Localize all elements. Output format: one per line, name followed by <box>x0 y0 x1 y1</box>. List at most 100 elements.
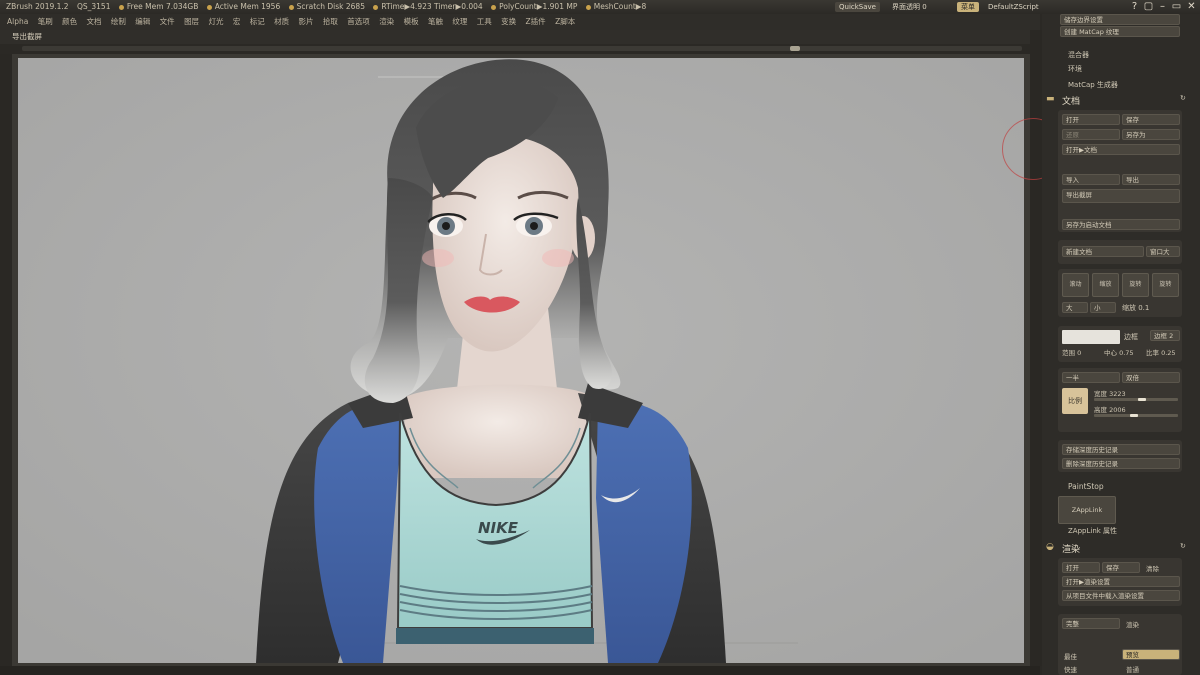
shelf-scroll-thumb[interactable] <box>790 46 800 51</box>
save-startup-doc-button[interactable]: 另存为启动文档 <box>1062 219 1180 230</box>
menu-item[interactable]: 材质 <box>274 14 289 30</box>
half-button[interactable]: 一半 <box>1062 372 1120 383</box>
paintstop-label[interactable]: PaintStop <box>1068 482 1104 491</box>
revert-button[interactable]: 还原 <box>1062 129 1120 140</box>
stat-active-mem: Active Mem 1956 <box>206 0 280 14</box>
preview-mode-button[interactable]: 预览 <box>1122 649 1180 660</box>
menu-item[interactable]: 笔触 <box>428 14 443 30</box>
fast-mode-label[interactable]: 快速 <box>1064 664 1077 674</box>
status-dot-icon <box>118 4 124 10</box>
menu-item[interactable]: 绘制 <box>111 14 126 30</box>
shelf-scrollbar[interactable] <box>22 46 1022 51</box>
save-as-button[interactable]: 另存为 <box>1122 129 1180 140</box>
import-button[interactable]: 导入 <box>1062 174 1120 185</box>
open-to-doc-button[interactable]: 打开▶文档 <box>1062 144 1180 155</box>
minimize-icon[interactable]: – <box>1156 1 1169 13</box>
store-bounds-button[interactable]: 储存边界设置 <box>1060 14 1180 25</box>
store-depth-history-button[interactable]: 存储深度历史记录 <box>1062 444 1180 455</box>
stat-free-mem: Free Mem 7.034GB <box>118 0 198 14</box>
close-icon[interactable]: ✕ <box>1185 1 1198 13</box>
menus-button[interactable]: 菜单 <box>957 2 979 12</box>
load-render-settings-button[interactable]: 从项目文件中载入渲染设置 <box>1062 590 1180 601</box>
rotate-icon[interactable]: 旋转 <box>1122 273 1149 297</box>
canvas-viewport[interactable]: NIKE <box>18 58 1024 663</box>
zapplink-button[interactable]: ZAppLink <box>1058 496 1116 524</box>
help-icon[interactable]: ? <box>1128 1 1141 13</box>
quicksave-button[interactable]: QuickSave <box>835 2 880 12</box>
render-save-button[interactable]: 保存 <box>1102 562 1140 573</box>
refresh-icon[interactable]: ↻ <box>1180 94 1186 102</box>
zoom-slider-label[interactable]: 缩放 0.1 <box>1122 303 1149 313</box>
range-slider[interactable]: 范围 0 <box>1062 347 1081 357</box>
document-palette-title[interactable]: 文档 <box>1062 94 1080 107</box>
export-screenshot-label[interactable]: 导出截屏 <box>12 32 42 41</box>
menu-item[interactable]: 文档 <box>87 14 102 30</box>
export-screenshot-button[interactable]: 导出截屏 <box>1062 189 1180 203</box>
scroll-icon[interactable]: 滚动 <box>1062 273 1089 297</box>
render-clear-button[interactable]: 清除 <box>1146 563 1159 573</box>
status-dot-icon <box>288 4 294 10</box>
menu-item[interactable]: 灯光 <box>208 14 223 30</box>
render-palette-title[interactable]: 渲染 <box>1062 542 1080 555</box>
proportion-toggle[interactable]: 比例 <box>1062 388 1088 414</box>
backdrop-color-swatch[interactable] <box>1062 330 1120 344</box>
delete-depth-history-button[interactable]: 删除深度历史记录 <box>1062 458 1180 469</box>
menu-item[interactable]: 图层 <box>184 14 199 30</box>
menu-item[interactable]: 颜色 <box>62 14 77 30</box>
center-slider[interactable]: 中心 0.75 <box>1104 347 1134 357</box>
normal-mode-label[interactable]: 普通 <box>1126 664 1139 674</box>
menu-bar: Alpha 笔刷 颜色 文档 绘制 编辑 文件 图层 灯光 宏 标记 材质 影片… <box>0 14 1040 30</box>
save-button[interactable]: 保存 <box>1122 114 1180 125</box>
border2-button[interactable]: 边框 2 <box>1150 330 1180 341</box>
maximize-icon[interactable]: ▭ <box>1170 1 1183 13</box>
full-render-button[interactable]: 完整 <box>1062 618 1120 629</box>
width-slider-thumb[interactable] <box>1138 398 1146 401</box>
width-slider[interactable]: 宽度 3223 <box>1094 388 1126 398</box>
menu-item[interactable]: 工具 <box>477 14 492 30</box>
menu-item[interactable]: 渲染 <box>379 14 394 30</box>
menu-item[interactable]: 标记 <box>250 14 265 30</box>
menu-item[interactable]: 文件 <box>160 14 175 30</box>
matcap-maker-label[interactable]: MatCap 生成器 <box>1068 80 1118 90</box>
ui-transparency-slider[interactable]: 界面透明 0 <box>888 2 931 12</box>
render-button[interactable]: 渲染 <box>1126 619 1139 629</box>
window-size-button[interactable]: 窗口大 <box>1146 246 1180 257</box>
teapot-icon: ◒ <box>1046 542 1054 552</box>
menu-item[interactable]: 纹理 <box>452 14 467 30</box>
status-dot-icon <box>585 4 591 10</box>
menu-item[interactable]: 首选项 <box>347 14 370 30</box>
menu-item[interactable]: Z插件 <box>526 14 546 30</box>
menu-item[interactable]: 模板 <box>404 14 419 30</box>
rotate-alt-icon[interactable]: 旋转 <box>1152 273 1179 297</box>
height-slider[interactable]: 高度 2006 <box>1094 404 1126 414</box>
new-document-button[interactable]: 新建文档 <box>1062 246 1144 257</box>
border-label[interactable]: 边框 <box>1124 332 1138 342</box>
menu-item[interactable]: 笔刷 <box>38 14 53 30</box>
menu-item[interactable]: 影片 <box>299 14 314 30</box>
menu-item[interactable]: Z脚本 <box>555 14 575 30</box>
mixer-label[interactable]: 混合器 <box>1068 50 1089 60</box>
export-button[interactable]: 导出 <box>1122 174 1180 185</box>
height-slider-thumb[interactable] <box>1130 414 1138 417</box>
big-button[interactable]: 大 <box>1062 302 1088 313</box>
menu-item[interactable]: 宏 <box>233 14 241 30</box>
small-button[interactable]: 小 <box>1090 302 1116 313</box>
render-open-button[interactable]: 打开 <box>1062 562 1100 573</box>
open-render-settings-button[interactable]: 打开▶渲染设置 <box>1062 576 1180 587</box>
menu-item[interactable]: 编辑 <box>135 14 150 30</box>
width-slider-track[interactable] <box>1094 398 1178 401</box>
double-button[interactable]: 双倍 <box>1122 372 1180 383</box>
create-matcap-button[interactable]: 创建 MatCap 纹理 <box>1060 26 1180 37</box>
best-mode-label[interactable]: 最佳 <box>1064 651 1077 661</box>
default-zscript-button[interactable]: DefaultZScript <box>984 2 1043 12</box>
zoom-icon[interactable]: 缩放 <box>1092 273 1119 297</box>
menu-item[interactable]: Alpha <box>7 14 28 30</box>
zapplink-properties-label[interactable]: ZAppLink 属性 <box>1068 526 1117 536</box>
render-refresh-icon[interactable]: ↻ <box>1180 542 1186 550</box>
layout-icon[interactable]: ▢ <box>1142 1 1155 13</box>
open-button[interactable]: 打开 <box>1062 114 1120 125</box>
environment-label[interactable]: 环境 <box>1068 64 1082 74</box>
menu-item[interactable]: 变换 <box>501 14 516 30</box>
ratio-slider[interactable]: 比率 0.25 <box>1146 347 1176 357</box>
menu-item[interactable]: 拾取 <box>323 14 338 30</box>
